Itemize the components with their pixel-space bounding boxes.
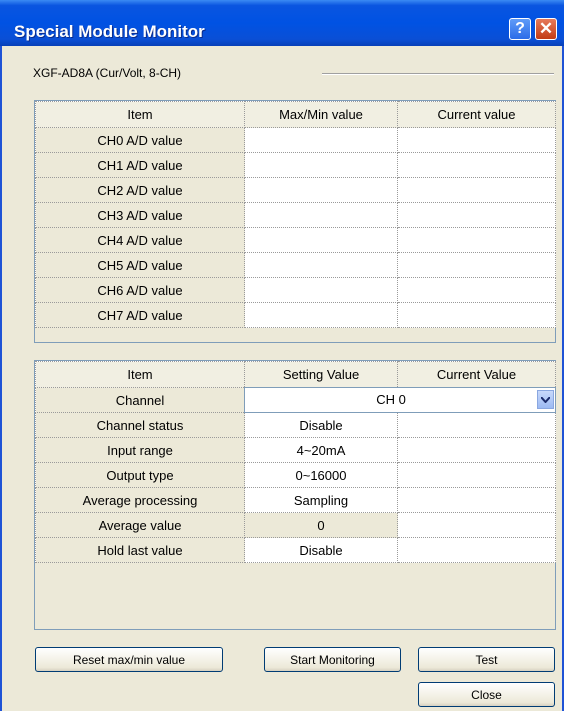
current-cell [397, 127, 556, 153]
close-window-button[interactable]: ✕ [535, 18, 557, 40]
row-label: Channel status [35, 412, 245, 438]
settings-table: Item Setting Value Current Value Channel… [35, 361, 556, 563]
ad-value-table: Item Max/Min value Current value CH0 A/D… [35, 101, 556, 328]
close-button[interactable]: Close [418, 682, 555, 707]
current-cell [397, 277, 556, 303]
table-row[interactable]: Output type 0~16000 [35, 462, 556, 488]
table-row[interactable]: CH4 A/D value [35, 227, 556, 253]
row-label: Average value [35, 512, 245, 538]
table-row[interactable]: CH5 A/D value [35, 252, 556, 278]
help-icon: ? [515, 20, 525, 37]
maxmin-cell [244, 202, 398, 228]
maxmin-cell [244, 302, 398, 328]
row-label: Average processing [35, 487, 245, 513]
column-header: Item [35, 101, 245, 128]
test-button[interactable]: Test [418, 647, 555, 672]
title-bar[interactable]: Special Module Monitor ? ✕ [0, 0, 564, 46]
table-row[interactable]: CH2 A/D value [35, 177, 556, 203]
table-row[interactable]: CH7 A/D value [35, 302, 556, 328]
row-label: CH3 A/D value [35, 202, 245, 228]
current-cell [397, 227, 556, 253]
table-row[interactable]: CH1 A/D value [35, 152, 556, 178]
setting-cell[interactable]: Sampling [244, 487, 398, 513]
setting-cell[interactable]: 4~20mA [244, 437, 398, 463]
channel-label: Channel [35, 387, 245, 413]
column-header: Item [35, 361, 245, 388]
current-cell [397, 152, 556, 178]
row-label: CH2 A/D value [35, 177, 245, 203]
close-icon: ✕ [538, 19, 554, 38]
row-label: CH6 A/D value [35, 277, 245, 303]
current-cell [397, 177, 556, 203]
start-monitoring-button[interactable]: Start Monitoring [264, 647, 401, 672]
setting-cell[interactable]: 0~16000 [244, 462, 398, 488]
current-cell [397, 412, 556, 438]
column-header: Max/Min value [244, 101, 398, 128]
table-row[interactable]: CH3 A/D value [35, 202, 556, 228]
current-cell [397, 202, 556, 228]
column-header: Setting Value [244, 361, 398, 388]
channel-select[interactable]: CH 0 [244, 387, 556, 413]
setting-cell[interactable]: Disable [244, 412, 398, 438]
row-label: CH4 A/D value [35, 227, 245, 253]
current-cell [397, 437, 556, 463]
maxmin-cell [244, 177, 398, 203]
table-row: Channel CH 0 [35, 387, 556, 413]
row-label: CH0 A/D value [35, 127, 245, 153]
setting-cell[interactable]: Disable [244, 537, 398, 563]
group-divider [322, 73, 554, 75]
table-row[interactable]: Hold last value Disable [35, 537, 556, 563]
module-label: XGF-AD8A (Cur/Volt, 8-CH) [33, 66, 182, 80]
row-label: CH1 A/D value [35, 152, 245, 178]
window-title: Special Module Monitor [14, 22, 205, 41]
table-row[interactable]: CH6 A/D value [35, 277, 556, 303]
maxmin-cell [244, 152, 398, 178]
table-row[interactable]: Average value 0 [35, 512, 556, 538]
table-row[interactable]: Average processing Sampling [35, 487, 556, 513]
help-button[interactable]: ? [509, 18, 531, 40]
current-cell [397, 252, 556, 278]
table-header-row: Item Max/Min value Current value [35, 101, 556, 128]
column-header: Current value [397, 101, 556, 128]
table-header-row: Item Setting Value Current Value [35, 361, 556, 388]
row-label: Input range [35, 437, 245, 463]
channel-select-value: CH 0 [376, 392, 406, 407]
table-row[interactable]: CH0 A/D value [35, 127, 556, 153]
table-row[interactable]: Input range 4~20mA [35, 437, 556, 463]
row-label: CH7 A/D value [35, 302, 245, 328]
current-cell [397, 302, 556, 328]
row-label: CH5 A/D value [35, 252, 245, 278]
setting-cell: 0 [244, 512, 398, 538]
current-cell [397, 512, 556, 538]
current-cell [397, 462, 556, 488]
row-label: Output type [35, 462, 245, 488]
current-cell [397, 537, 556, 563]
chevron-down-icon[interactable] [537, 390, 554, 409]
reset-max-min-button[interactable]: Reset max/min value [35, 647, 223, 672]
maxmin-cell [244, 252, 398, 278]
row-label: Hold last value [35, 537, 245, 563]
maxmin-cell [244, 127, 398, 153]
maxmin-cell [244, 227, 398, 253]
current-cell [397, 487, 556, 513]
special-module-monitor-window: Special Module Monitor ? ✕ XGF-AD8A (Cur… [0, 0, 564, 711]
table-row[interactable]: Channel status Disable [35, 412, 556, 438]
column-header: Current Value [397, 361, 556, 388]
maxmin-cell [244, 277, 398, 303]
